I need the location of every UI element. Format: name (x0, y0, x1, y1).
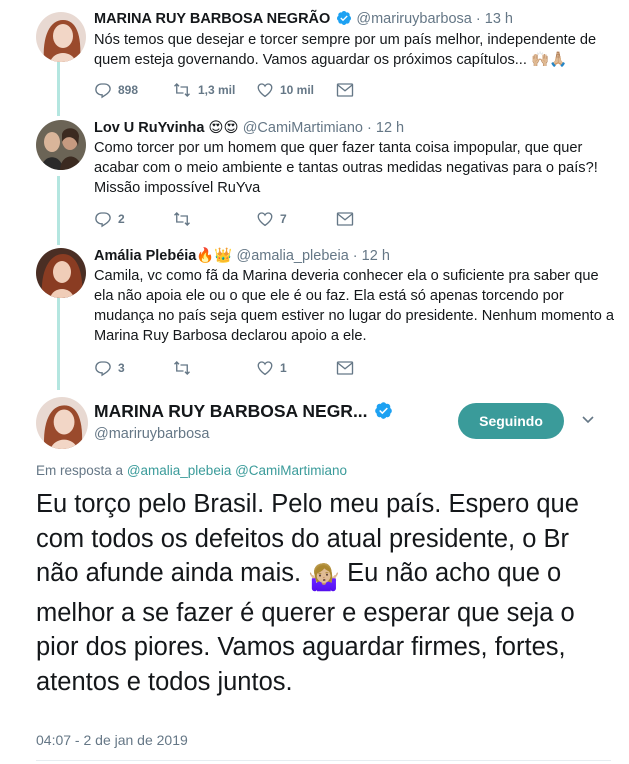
dm-button[interactable] (336, 211, 354, 227)
action-bar: 2 7 (94, 210, 354, 228)
dm-icon (336, 212, 354, 226)
author-handle[interactable]: @mariruybarbosa (356, 11, 471, 27)
name-emoji: 😍😍 (208, 120, 239, 136)
emoji: 🙌🏼🙏🏼 (530, 52, 568, 68)
reply-context: Em resposta a @amalia_plebeia @CamiMarti… (36, 463, 347, 478)
tweet-text: Como torcer por um homem que quer fazer … (94, 140, 598, 196)
retweet-count: 1,3 mil (198, 83, 236, 97)
tweet-date[interactable]: 04:07 - 2 de jan de 2019 (36, 732, 188, 748)
avatar[interactable] (36, 12, 86, 62)
dm-button[interactable] (336, 82, 354, 98)
like-button[interactable]: 1 (256, 359, 336, 377)
timestamp[interactable]: 12 h (362, 248, 390, 264)
retweet-button[interactable]: 1,3 mil (172, 81, 256, 99)
tweet-header: MARINA RUY BARBOSA NEGRÃO @mariruybarbos… (94, 10, 513, 28)
author-name[interactable]: MARINA RUY BARBOSA NEGRÃO (94, 11, 330, 27)
retweet-icon (174, 83, 190, 97)
like-icon (257, 361, 273, 376)
shrug-emoji: 🤷🏼‍♀️ (308, 564, 340, 592)
avatar[interactable] (36, 397, 88, 449)
author-name-text: MARINA RUY BARBOSA NEGR... (94, 401, 368, 421)
chevron-down-icon[interactable] (580, 411, 596, 427)
verified-icon (375, 402, 393, 419)
separator-dot: · (475, 11, 481, 27)
retweet-icon (174, 212, 190, 226)
avatar[interactable] (36, 120, 86, 170)
timestamp[interactable]: 13 h (485, 11, 513, 27)
main-tweet-text: Eu torço pelo Brasil. Pelo meu país. Esp… (36, 487, 611, 699)
author-handle[interactable]: @CamiMartimiano (243, 120, 363, 136)
reply-count: 3 (118, 361, 125, 375)
reply-count: 898 (118, 83, 139, 97)
author-handle[interactable]: @amalia_plebeia (237, 248, 349, 264)
reply-icon (95, 83, 111, 99)
like-icon (257, 212, 273, 227)
reply-icon (95, 361, 111, 377)
author-name[interactable]: Lov U RuYvinha (94, 120, 204, 136)
action-bar: 3 1 (94, 359, 354, 377)
reply-icon (95, 212, 111, 228)
dm-icon (336, 83, 354, 97)
like-button[interactable]: 10 mil (256, 81, 336, 99)
reply-prefix: Em resposta a (36, 463, 124, 478)
retweet-icon (174, 361, 190, 375)
tweet-3[interactable]: Amália Plebéia🔥👑 @amalia_plebeia · 12 h … (0, 238, 629, 388)
like-count: 10 mil (280, 83, 315, 97)
author-name[interactable]: MARINA RUY BARBOSA NEGR... (94, 401, 393, 422)
timestamp[interactable]: 12 h (376, 120, 404, 136)
author-name[interactable]: Amália Plebéia (94, 248, 196, 264)
like-count: 7 (280, 212, 287, 226)
tweet-text: Nós temos que desejar e torcer sempre po… (94, 30, 614, 70)
divider (36, 760, 611, 761)
retweet-button[interactable] (172, 359, 256, 377)
separator-dot: · (367, 120, 372, 136)
author-handle[interactable]: @mariruybarbosa (94, 426, 209, 442)
dm-icon (336, 361, 354, 375)
reply-button[interactable]: 2 (94, 210, 172, 228)
action-bar: 898 1,3 mil 10 mil (94, 81, 354, 99)
tweet-1[interactable]: MARINA RUY BARBOSA NEGRÃO @mariruybarbos… (0, 0, 629, 110)
tweet-text: Camila, vc como fã da Marina deveria con… (94, 268, 615, 344)
like-button[interactable]: 7 (256, 210, 336, 228)
like-icon (257, 83, 273, 98)
reply-button[interactable]: 3 (94, 359, 172, 377)
like-count: 1 (280, 361, 287, 375)
verified-icon (337, 11, 352, 25)
tweet-text-content: Nós temos que desejar e torcer sempre po… (94, 32, 597, 68)
dm-button[interactable] (336, 360, 354, 376)
following-button[interactable]: Seguindo (458, 403, 564, 439)
reply-button[interactable]: 898 (94, 81, 172, 99)
avatar[interactable] (36, 248, 86, 298)
tweet-header: Amália Plebéia🔥👑 @amalia_plebeia · 12 h (94, 247, 390, 265)
reply-count: 2 (118, 212, 125, 226)
name-emoji: 🔥👑 (196, 248, 233, 264)
tweet-2[interactable]: Lov U RuYvinha 😍😍 @CamiMartimiano · 12 h… (0, 110, 629, 245)
reply-mentions[interactable]: @amalia_plebeia @CamiMartimiano (127, 463, 347, 478)
tweet-header: Lov U RuYvinha 😍😍 @CamiMartimiano · 12 h (94, 119, 404, 137)
retweet-button[interactable] (172, 210, 256, 228)
separator-dot: · (352, 248, 358, 264)
